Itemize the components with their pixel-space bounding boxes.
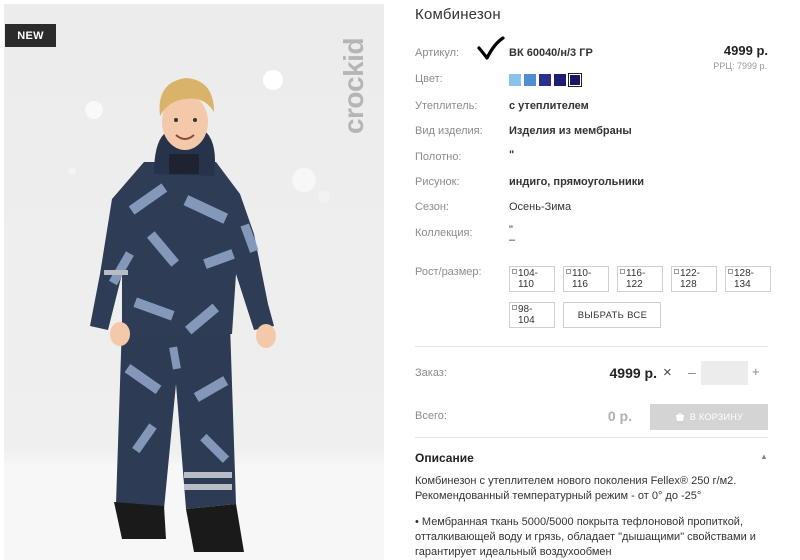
spec-label: Полотно: — [415, 151, 462, 163]
cart-icon — [675, 413, 684, 421]
remove-icon[interactable]: × — [663, 364, 672, 381]
size-indicator-icon — [512, 305, 517, 310]
product-title: Комбинезон — [415, 6, 501, 23]
description-text: • Мембранная ткань 5000/5000 покрыта теф… — [415, 516, 744, 528]
size-indicator-icon — [620, 269, 625, 274]
brand-logo: crockid — [324, 16, 384, 156]
description-heading: Описание — [415, 451, 474, 465]
new-badge: NEW — [5, 24, 56, 47]
total-label: Всего: — [415, 410, 447, 422]
spec-value: " – — [509, 224, 516, 246]
color-swatch[interactable] — [524, 74, 536, 86]
rrp-price: РРЦ: 7999 р. — [713, 61, 767, 71]
spec-label: Коллекция: — [415, 227, 473, 239]
total-value: 0 р. — [607, 408, 632, 424]
color-swatch[interactable] — [554, 74, 566, 86]
decrease-quantity-button[interactable]: – — [688, 364, 696, 380]
spec-label: Сезон: — [415, 201, 449, 213]
divider — [415, 437, 768, 438]
size-indicator-icon — [566, 269, 571, 274]
size-option[interactable]: 128-134 — [725, 266, 771, 292]
size-indicator-icon — [674, 269, 679, 274]
color-label: Цвет: — [415, 73, 443, 85]
size-option-label: 116-122 — [626, 268, 646, 290]
spec-label: Рисунок: — [415, 176, 460, 188]
size-indicator-icon — [512, 269, 517, 274]
size-label: Рост/размер: — [415, 266, 482, 278]
article-value: ВК 60040/н/3 ГР — [509, 47, 593, 59]
quantity-input[interactable] — [701, 361, 748, 385]
collapse-icon[interactable]: ▲ — [760, 452, 768, 461]
spec-label: Утеплитель: — [415, 100, 478, 112]
size-option-label: 98-104 — [518, 304, 535, 326]
spec-value: индиго, прямоугольники — [509, 176, 645, 188]
product-photo[interactable]: NEW crockid — [4, 4, 384, 560]
color-swatch[interactable] — [509, 74, 521, 86]
size-option-label: 122-128 — [680, 268, 701, 290]
color-swatches — [509, 73, 582, 87]
color-swatch[interactable] — [539, 74, 551, 86]
size-option[interactable]: 110-116 — [563, 266, 609, 292]
spec-value: Осень-Зима — [509, 201, 572, 213]
product-price: 4999 р. — [723, 43, 768, 58]
spec-value: Изделия из мембраны — [509, 125, 632, 137]
spec-value: " — [509, 149, 515, 161]
spec-value: с утеплителем — [509, 100, 589, 112]
size-indicator-icon — [728, 269, 733, 274]
article-label: Артикул: — [415, 47, 460, 59]
color-swatch-selected[interactable] — [568, 73, 582, 87]
spec-label: Вид изделия: — [415, 125, 483, 137]
size-option-label: 104-110 — [518, 268, 539, 290]
size-option-label: 128-134 — [734, 268, 755, 290]
size-option[interactable]: 98-104 — [509, 302, 555, 328]
divider — [415, 346, 768, 347]
increase-quantity-button[interactable]: + — [752, 364, 760, 379]
size-options: 104-110 110-116 116-122 122-128 128-134 … — [509, 266, 771, 328]
description-text: гарантирует идеальный воздухообмен — [415, 546, 612, 558]
size-option[interactable]: 104-110 — [509, 266, 555, 292]
description-text: Рекомендованный температурный режим - от… — [415, 490, 702, 502]
order-price: 4999 р. — [609, 365, 657, 381]
add-to-cart-button[interactable]: В КОРЗИНУ — [650, 404, 768, 430]
size-option-label: 110-116 — [572, 268, 592, 290]
description-text: Комбинезон с утеплителем нового поколени… — [415, 475, 737, 487]
checkmark-icon — [477, 36, 505, 60]
size-option[interactable]: 116-122 — [617, 266, 663, 292]
select-all-sizes-button[interactable]: ВЫБРАТЬ ВСЕ — [563, 302, 661, 328]
brand-logo-text: crockid — [338, 37, 370, 135]
description-text: отталкивающей воду и грязь, обладает "ды… — [415, 531, 756, 543]
order-label: Заказ: — [415, 367, 447, 379]
add-to-cart-label: В КОРЗИНУ — [689, 412, 744, 422]
size-option[interactable]: 122-128 — [671, 266, 717, 292]
